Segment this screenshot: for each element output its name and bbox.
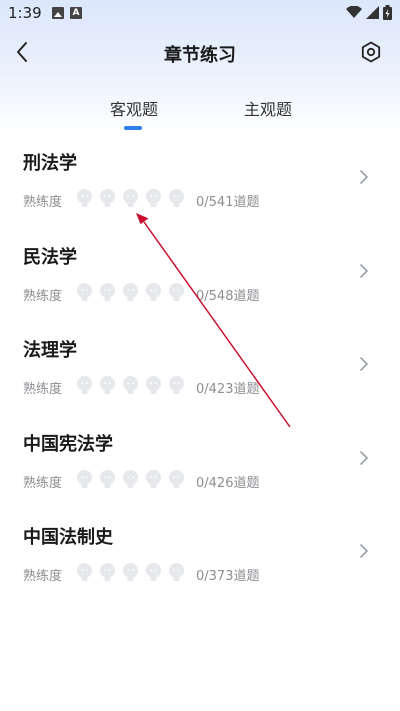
- lightbulb-icon: [169, 376, 184, 394]
- page-title: 章节练习: [164, 45, 236, 66]
- proficiency-rating: [76, 282, 185, 302]
- lightbulb-icon: [123, 189, 138, 207]
- subject-name: 刑法学: [23, 153, 77, 174]
- lightbulb-icon: [146, 469, 161, 488]
- list-item[interactable]: 中国宪法学 熟练度 0/426道题: [0, 419, 400, 513]
- lightbulb-icon: [77, 282, 92, 301]
- lightbulb-icon: [123, 282, 138, 301]
- chevron-right-icon: [360, 544, 368, 558]
- proficiency-label: 熟练度: [23, 475, 63, 491]
- status-notification-icons: A: [52, 7, 82, 19]
- chevron-right-icon: [360, 357, 368, 371]
- proficiency-rating: [76, 376, 185, 395]
- lightbulb-icon: [123, 563, 138, 581]
- status-bar: 1:39 A: [0, 0, 400, 28]
- tab-objective[interactable]: 客观题: [84, 96, 184, 120]
- proficiency-rating: [76, 563, 185, 582]
- subject-name: 民法学: [23, 246, 77, 268]
- question-type-tabs: 客观题 主观题: [0, 96, 400, 132]
- lightbulb-icon: [100, 282, 115, 301]
- proficiency-label: 熟练度: [23, 288, 63, 304]
- lightbulb-icon: [169, 282, 184, 301]
- lightbulb-icon: [77, 469, 92, 488]
- proficiency-label: 熟练度: [23, 569, 63, 584]
- settings-button[interactable]: [358, 39, 384, 65]
- lightbulb-icon: [123, 376, 138, 394]
- proficiency-rating: [76, 189, 185, 208]
- app-notification-icon: A: [70, 7, 82, 19]
- lightbulb-icon: [146, 563, 161, 581]
- list-item[interactable]: 中国法制史 熟练度 0/373道题: [0, 512, 400, 606]
- lightbulb-icon: [123, 469, 138, 488]
- tab-subjective[interactable]: 主观题: [218, 96, 318, 120]
- proficiency-label: 熟练度: [23, 195, 63, 210]
- lightbulb-icon: [100, 469, 115, 488]
- proficiency-label: 熟练度: [23, 382, 63, 397]
- battery-icon: [383, 5, 392, 20]
- lightbulb-icon: [146, 282, 161, 301]
- subject-name: 法理学: [23, 340, 77, 361]
- lightbulb-icon: [77, 376, 92, 394]
- list-item[interactable]: 刑法学 熟练度 0/541道题: [0, 138, 400, 232]
- chevron-right-icon: [360, 170, 368, 184]
- chevron-right-icon: [360, 263, 368, 278]
- question-count: 0/426道题: [196, 475, 260, 491]
- lightbulb-icon: [100, 189, 115, 207]
- status-time: 1:39: [8, 4, 42, 22]
- active-tab-indicator: [124, 126, 142, 130]
- question-count: 0/423道题: [196, 382, 260, 397]
- list-item[interactable]: 法理学 熟练度 0/423道题: [0, 325, 400, 419]
- subject-name: 中国法制史: [23, 527, 113, 548]
- proficiency-rating: [76, 469, 185, 489]
- lightbulb-icon: [100, 376, 115, 394]
- lightbulb-icon: [77, 189, 92, 207]
- lightbulb-icon: [146, 376, 161, 394]
- subject-name: 中国宪法学: [23, 433, 113, 455]
- question-count: 0/548道题: [196, 288, 260, 304]
- lightbulb-icon: [146, 189, 161, 207]
- hexagon-settings-icon: [361, 41, 381, 63]
- status-system-icons: [346, 5, 392, 20]
- lightbulb-icon: [77, 563, 92, 581]
- question-count: 0/541道题: [196, 195, 260, 210]
- subject-list: 刑法学 熟练度 0/541道题 民法学 熟练度 0/548道题 法理学 熟练度 …: [0, 138, 400, 606]
- list-item[interactable]: 民法学 熟练度 0/548道题: [0, 232, 400, 326]
- lightbulb-icon: [169, 189, 184, 207]
- chevron-right-icon: [360, 450, 368, 465]
- cellular-signal-icon: [366, 6, 379, 19]
- lightbulb-icon: [100, 563, 115, 581]
- gallery-notification-icon: [52, 7, 64, 19]
- lightbulb-icon: [169, 563, 184, 581]
- navigation-bar: 章节练习: [0, 30, 400, 74]
- wifi-icon: [346, 6, 362, 18]
- lightbulb-icon: [169, 469, 184, 488]
- question-count: 0/373道题: [196, 569, 260, 584]
